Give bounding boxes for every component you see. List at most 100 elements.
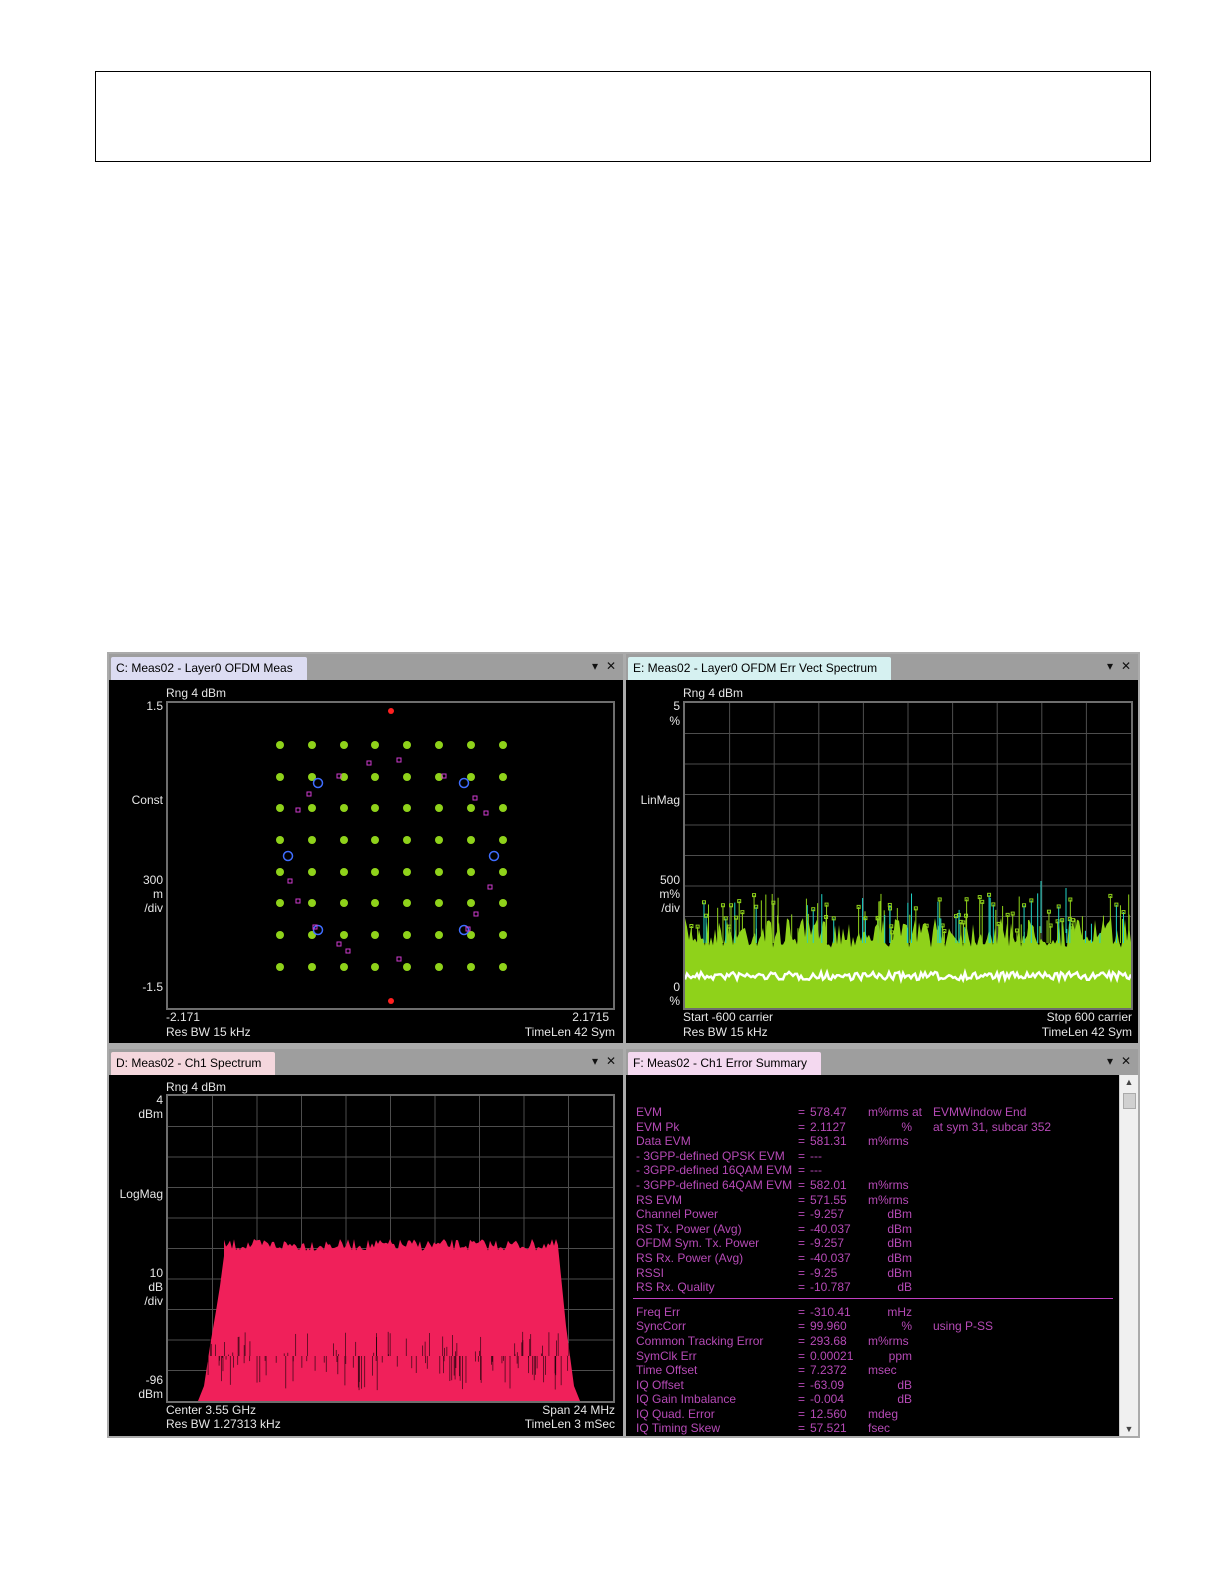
evm-marker bbox=[720, 903, 725, 908]
y-scale-unit: m% bbox=[659, 887, 680, 901]
evm-marker bbox=[695, 924, 700, 929]
summary-value: 581.31 bbox=[810, 1134, 847, 1149]
summary-equals: = bbox=[798, 1421, 806, 1436]
constellation-point bbox=[467, 773, 475, 781]
summary-equals: = bbox=[798, 1406, 806, 1421]
dropdown-icon[interactable]: ▾ bbox=[1102, 659, 1118, 673]
res-bw-label: Res BW 15 kHz bbox=[166, 1025, 251, 1039]
evm-marker bbox=[831, 916, 836, 921]
close-icon[interactable]: ✕ bbox=[1118, 1054, 1134, 1068]
time-len-label: TimeLen 42 Sym bbox=[524, 1025, 615, 1039]
constellation-point bbox=[499, 868, 507, 876]
evm-marker bbox=[1067, 917, 1072, 922]
res-bw-label: Res BW 15 kHz bbox=[683, 1025, 768, 1039]
evm-marker bbox=[811, 907, 816, 912]
close-icon[interactable]: ✕ bbox=[603, 1054, 619, 1068]
spectrum-svg bbox=[168, 1096, 613, 1401]
constellation-point bbox=[276, 868, 284, 876]
evm-marker bbox=[752, 893, 757, 898]
summary-label: Freq Err bbox=[636, 1304, 681, 1319]
close-icon[interactable]: ✕ bbox=[603, 659, 619, 673]
summary-unit: mdeg bbox=[868, 1406, 899, 1421]
constellation-point bbox=[340, 804, 348, 812]
constellation-point bbox=[403, 836, 411, 844]
dropdown-icon[interactable]: ▾ bbox=[587, 1054, 603, 1068]
summary-equals: = bbox=[798, 1280, 806, 1295]
constellation-point bbox=[340, 931, 348, 939]
summary-label: - 3GPP-defined 64QAM EVM bbox=[636, 1177, 793, 1192]
constellation-point bbox=[467, 868, 475, 876]
y-bottom-label: -96 bbox=[145, 1373, 163, 1387]
x-right-label: 2.1715 bbox=[572, 1010, 609, 1024]
evm-marker bbox=[889, 924, 894, 929]
constellation-marker bbox=[483, 810, 489, 816]
summary-value: --- bbox=[810, 1163, 822, 1178]
time-len-label: TimeLen 3 mSec bbox=[524, 1417, 615, 1431]
tab-constellation[interactable]: C: Meas02 - Layer0 OFDM Meas bbox=[111, 657, 307, 680]
tab-summary[interactable]: F: Meas02 - Ch1 Error Summary bbox=[628, 1052, 822, 1075]
scroll-down-icon[interactable]: ▼ bbox=[1120, 1422, 1138, 1436]
tab-spectrum[interactable]: D: Meas02 - Ch1 Spectrum bbox=[111, 1052, 276, 1075]
err-vect-body: Rng 4 dBm 5 % LinMag 500 m% /div 0 % Sta… bbox=[626, 680, 1138, 1043]
summary-unit: dBm bbox=[887, 1221, 912, 1236]
summary-equals: = bbox=[798, 1363, 806, 1378]
constellation-plot bbox=[166, 701, 615, 1010]
y-mode-label: Const bbox=[131, 793, 163, 807]
summary-label: EVM bbox=[636, 1105, 663, 1119]
pane-titlebar: C: Meas02 - Layer0 OFDM Meas ▾ ✕ bbox=[109, 654, 623, 680]
summary-value: -9.25 bbox=[810, 1265, 838, 1280]
evm-marker bbox=[1014, 928, 1019, 933]
constellation-point bbox=[499, 804, 507, 812]
constellation-point bbox=[435, 868, 443, 876]
summary-unit: m%rms bbox=[868, 1177, 909, 1192]
pilot-point bbox=[282, 850, 294, 862]
constellation-point bbox=[499, 899, 507, 907]
y-bottom-label: 0 bbox=[673, 980, 680, 994]
summary-unit: dBm bbox=[887, 1236, 912, 1251]
constellation-marker bbox=[345, 948, 351, 954]
constellation-point bbox=[340, 836, 348, 844]
y-scale-div: /div bbox=[144, 901, 163, 915]
scroll-thumb[interactable] bbox=[1123, 1093, 1136, 1109]
close-icon[interactable]: ✕ bbox=[1118, 659, 1134, 673]
summary-unit: mHz bbox=[887, 1304, 912, 1319]
y-mode-label: LogMag bbox=[119, 1187, 163, 1201]
summary-equals: = bbox=[798, 1319, 806, 1334]
constellation-point bbox=[371, 963, 379, 971]
y-scale-label: 500 bbox=[659, 873, 680, 887]
pane-titlebar: E: Meas02 - Layer0 OFDM Err Vect Spectru… bbox=[626, 654, 1138, 680]
range-label: Rng 4 dBm bbox=[166, 1080, 227, 1094]
evm-marker bbox=[754, 904, 759, 909]
constellation-point bbox=[308, 836, 316, 844]
vertical-scrollbar[interactable]: ▲ ▼ bbox=[1119, 1075, 1138, 1436]
summary-pane: F: Meas02 - Ch1 Error Summary ▾ ✕ EVM = 578… bbox=[626, 1049, 1138, 1436]
summary-value: 0.00021 bbox=[810, 1348, 854, 1363]
y-top-label: 4 bbox=[156, 1093, 163, 1107]
scroll-up-icon[interactable]: ▲ bbox=[1120, 1075, 1138, 1089]
constellation-point bbox=[499, 741, 507, 749]
constellation-point bbox=[403, 773, 411, 781]
constellation-point bbox=[499, 836, 507, 844]
summary-value: 293.68 bbox=[810, 1333, 847, 1348]
constellation-point bbox=[499, 963, 507, 971]
summary-row: - 3GPP-defined 16QAM EVM = --- bbox=[636, 1163, 1116, 1178]
evm-marker bbox=[977, 895, 982, 900]
evm-marker bbox=[1068, 897, 1073, 902]
summary-row: - 3GPP-defined 64QAM EVM = 582.01 m%rms bbox=[636, 1178, 1116, 1193]
constellation-point bbox=[371, 836, 379, 844]
tab-err-vect[interactable]: E: Meas02 - Layer0 OFDM Err Vect Spectru… bbox=[628, 657, 892, 680]
dropdown-icon[interactable]: ▾ bbox=[587, 659, 603, 673]
summary-equals: = bbox=[798, 1148, 806, 1163]
summary-equals: = bbox=[798, 1265, 806, 1280]
summary-value: -10.787 bbox=[810, 1280, 851, 1295]
y-top-label: 1.5 bbox=[146, 699, 163, 713]
constellation-point bbox=[403, 741, 411, 749]
summary-label: SyncCorr bbox=[636, 1319, 687, 1334]
constellation-point bbox=[340, 899, 348, 907]
dropdown-icon[interactable]: ▾ bbox=[1102, 1054, 1118, 1068]
summary-value: -9.257 bbox=[810, 1236, 845, 1251]
evm-marker bbox=[1046, 909, 1051, 914]
constellation-marker bbox=[473, 911, 479, 917]
constellation-point bbox=[435, 963, 443, 971]
constellation-point bbox=[403, 899, 411, 907]
